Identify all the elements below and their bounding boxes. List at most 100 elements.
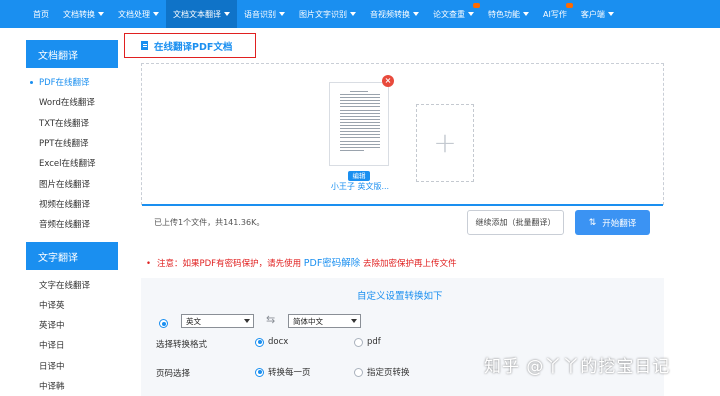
page-option-all[interactable]: 转换每一页: [255, 366, 311, 378]
sidebar-item-video[interactable]: 视频在线翻译: [26, 194, 118, 214]
sidebar-item-excel[interactable]: Excel在线翻译: [26, 153, 118, 173]
sidebar-item-label: 中译日: [39, 341, 65, 352]
upload-status: 已上传1个文件，共141.36K。: [154, 218, 265, 227]
remove-file-button[interactable]: ×: [382, 75, 394, 87]
nav-doc-convert-label: 文档转换: [63, 9, 95, 19]
sidebar-list-text: 文字在线翻译 中译英 英译中 中译日 日译中 中译韩: [26, 270, 118, 396]
plus-icon: +: [433, 126, 457, 159]
sidebar-item-txt[interactable]: TXT在线翻译: [26, 113, 118, 133]
upload-progress-line: [142, 204, 663, 206]
sidebar-item-image[interactable]: 图片在线翻译: [26, 173, 118, 193]
hot-badge: [473, 3, 480, 8]
page-option-specified[interactable]: 指定页转换: [354, 366, 410, 378]
chevron-down-icon: [607, 12, 614, 16]
sidebar-item-label: Excel在线翻译: [39, 159, 96, 170]
target-language-select[interactable]: 简体中文: [288, 314, 361, 328]
nav-av-convert[interactable]: 音视频转换: [363, 0, 426, 28]
nav-doc-process[interactable]: 文档处理: [111, 0, 166, 28]
source-language-value: 英文: [186, 316, 201, 326]
nav-plagiarism-label: 论文查重: [433, 9, 465, 19]
sidebar-item-word[interactable]: Word在线翻译: [26, 92, 118, 112]
nav-doc-process-label: 文档处理: [118, 9, 150, 19]
upload-dropzone[interactable]: [141, 63, 664, 206]
nav-client-label: 客户端: [580, 9, 605, 19]
nav-ai-writing-label: AI写作: [543, 9, 567, 19]
nav-speech[interactable]: 语音识别: [237, 0, 292, 28]
format-option-pdf[interactable]: pdf: [354, 337, 381, 347]
chevron-down-icon: [153, 12, 159, 16]
file-thumbnail[interactable]: [329, 82, 389, 166]
source-language-select[interactable]: 英文: [181, 314, 254, 328]
sidebar-item-audio[interactable]: 音频在线翻译: [26, 214, 118, 234]
chevron-down-icon: [224, 12, 230, 16]
nav-av-convert-label: 音视频转换: [370, 9, 410, 19]
radio-icon: [255, 367, 264, 377]
target-language-value: 简体中文: [293, 316, 323, 326]
hot-badge: [565, 3, 573, 8]
sidebar-item-label: PPT在线翻译: [39, 139, 89, 150]
sidebar-item-label: 中译英: [39, 300, 65, 311]
sidebar-heading-doc-translate: 文档翻译: [26, 40, 118, 68]
sidebar-item-label: 音频在线翻译: [39, 220, 91, 231]
sidebar-item-label: 中译韩: [39, 382, 65, 392]
nav-client[interactable]: 客户端: [574, 0, 621, 28]
chevron-down-icon: [98, 12, 104, 16]
nav-home-label: 首页: [33, 9, 49, 19]
sidebar-item-zh-ko[interactable]: 中译韩: [26, 376, 118, 396]
start-translate-button[interactable]: ⇅ 开始翻译: [575, 210, 650, 235]
chevron-down-icon: [523, 12, 529, 16]
nav-doc-convert[interactable]: 文档转换: [56, 0, 111, 28]
file-name: 小王子 英文版...: [330, 182, 390, 191]
radio-icon: [354, 367, 363, 377]
chevron-down-icon: [468, 12, 474, 16]
nav-plagiarism[interactable]: 论文查重: [426, 0, 481, 28]
chevron-down-icon: [413, 12, 419, 16]
top-nav: 首页 文档转换 文档处理 文档文本翻译 语音识别 图片文字识别 音视频转换 论文…: [0, 0, 720, 28]
sidebar-item-label: 文字在线翻译: [39, 280, 91, 291]
nav-doc-translate[interactable]: 文档文本翻译: [166, 0, 237, 28]
swap-icon: ⇅: [588, 217, 597, 228]
sidebar-item-label: Word在线翻译: [39, 98, 95, 109]
language-radio[interactable]: [159, 319, 168, 328]
sidebar-item-ja-zh[interactable]: 日译中: [26, 356, 118, 376]
sidebar-item-pdf[interactable]: PDF在线翻译: [26, 72, 118, 92]
page-option-label: 转换每一页: [268, 368, 311, 378]
document-preview-icon: [340, 91, 380, 153]
nav-ocr[interactable]: 图片文字识别: [292, 0, 363, 28]
sidebar: 文档翻译 PDF在线翻译 Word在线翻译 TXT在线翻译 PPT在线翻译 Ex…: [26, 40, 118, 396]
nav-features-label: 特色功能: [488, 9, 520, 19]
add-file-button[interactable]: +: [416, 104, 474, 182]
pdf-unlock-link[interactable]: PDF密码解除: [304, 258, 361, 269]
start-translate-label: 开始翻译: [602, 218, 637, 229]
settings-title: 自定义设置转换如下: [357, 291, 443, 302]
nav-ai-writing[interactable]: AI写作: [536, 0, 574, 28]
format-label: 选择转换格式: [156, 340, 208, 350]
page-title-text: 在线翻译PDF文档: [154, 41, 233, 53]
swap-languages-icon[interactable]: ⇆: [266, 313, 275, 326]
radio-icon: [255, 337, 264, 347]
sidebar-item-label: PDF在线翻译: [39, 78, 90, 89]
continue-add-button[interactable]: 继续添加（批量翻译）: [467, 210, 564, 235]
sidebar-item-label: TXT在线翻译: [39, 118, 90, 129]
format-option-label: pdf: [367, 337, 381, 347]
sidebar-item-en-zh[interactable]: 英译中: [26, 315, 118, 335]
radio-icon: [354, 337, 363, 347]
sidebar-item-zh-en[interactable]: 中译英: [26, 295, 118, 315]
chevron-down-icon: [279, 12, 285, 16]
sidebar-item-text-online[interactable]: 文字在线翻译: [26, 274, 118, 294]
nav-home[interactable]: 首页: [26, 0, 56, 28]
format-option-docx[interactable]: docx: [255, 337, 288, 347]
nav-speech-label: 语音识别: [244, 9, 276, 19]
sidebar-item-zh-ja[interactable]: 中译日: [26, 335, 118, 355]
edit-file-button[interactable]: 编辑: [348, 171, 370, 181]
sidebar-item-label: 日译中: [39, 361, 65, 372]
notice-bullet: •: [146, 259, 152, 269]
chevron-down-icon: [351, 319, 357, 323]
sidebar-heading-text-translate: 文字翻译: [26, 242, 118, 271]
sidebar-item-label: 英译中: [39, 321, 65, 332]
watermark: 知乎 @丫丫的挖宝日记: [484, 357, 671, 377]
nav-features[interactable]: 特色功能: [481, 0, 536, 28]
sidebar-item-ppt[interactable]: PPT在线翻译: [26, 133, 118, 153]
sidebar-item-label: 视频在线翻译: [39, 199, 91, 210]
password-notice: • 注意：如果PDF有密码保护，请先使用 PDF密码解除 去除加密保护再上传文件: [146, 255, 457, 269]
